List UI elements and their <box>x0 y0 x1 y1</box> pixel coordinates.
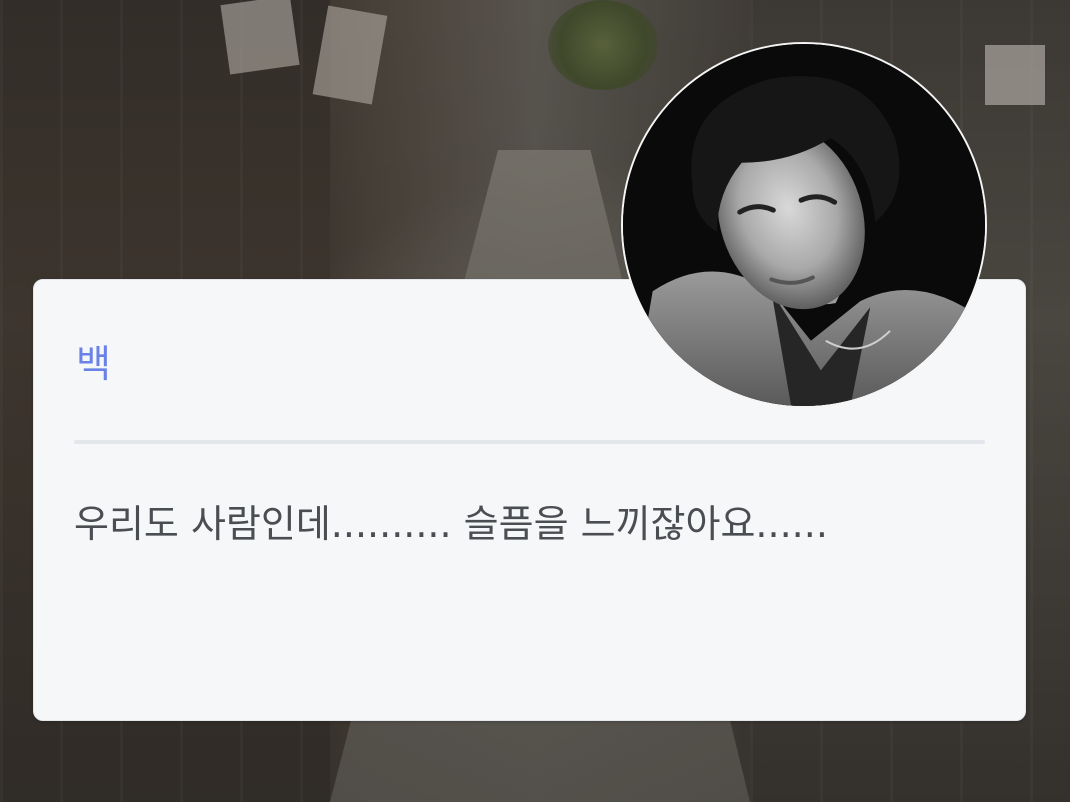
character-avatar <box>621 42 987 408</box>
character-portrait-icon <box>623 44 985 406</box>
dialogue-text: 우리도 사람인데.......... 슬픔을 느끼잖아요...... <box>74 502 828 546</box>
dialogue-divider <box>74 440 985 444</box>
speaker-name: 백 <box>76 342 111 386</box>
